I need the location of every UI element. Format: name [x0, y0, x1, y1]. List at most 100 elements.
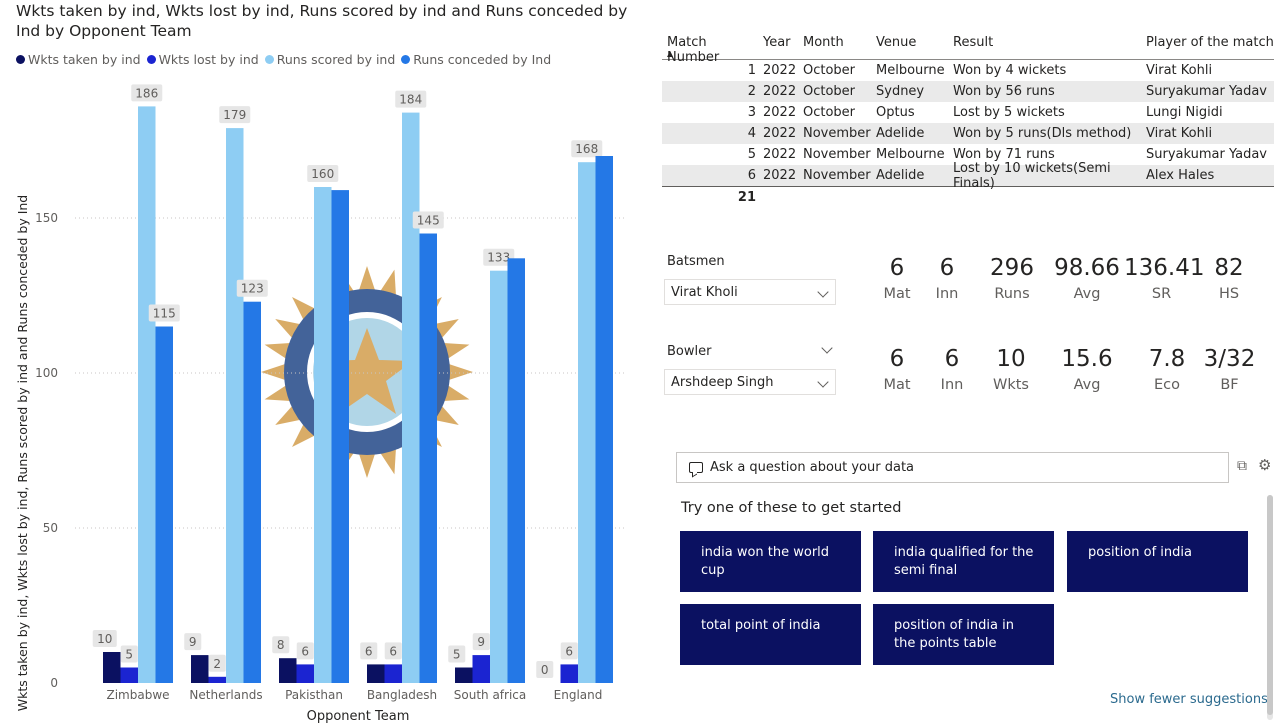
bar[interactable]	[279, 658, 297, 683]
chart-legend: Wkts taken by ind Wkts lost by ind Runs …	[16, 51, 551, 67]
table-row[interactable]: 6 2022 November Adelide Lost by 10 wickets(S…	[662, 161, 1274, 191]
legend-item[interactable]: Runs conceded by Ind	[401, 51, 551, 67]
cell-venue: Melbourne	[876, 147, 945, 162]
cell-venue: Adelide	[876, 126, 925, 141]
legend-item[interactable]: Wkts lost by ind	[146, 51, 259, 67]
table-row[interactable]: 3 2022 October Optus Lost by 5 wickets Lungi …	[662, 102, 1274, 123]
cell-player: Suryakumar Yadav	[1146, 147, 1267, 162]
legend-item[interactable]: Wkts taken by ind	[16, 51, 141, 67]
stat-value: 296	[990, 255, 1034, 281]
show-fewer-suggestions-link[interactable]: Show fewer suggestions	[1110, 692, 1268, 707]
batsmen-stat-hs: 82 HS	[1204, 254, 1254, 302]
chevron-down-icon[interactable]	[821, 342, 833, 354]
batsmen-stat-mat: 6 Mat	[877, 254, 917, 302]
col-header-venue[interactable]: Venue	[876, 35, 953, 50]
cell-player: Alex Hales	[1146, 168, 1215, 183]
suggestion-button[interactable]: india won the world cup	[680, 531, 861, 592]
match-table: Match Number Year Month Venue Result Pla…	[662, 32, 1274, 208]
bar[interactable]	[367, 664, 385, 683]
stat-value: 7.8	[1148, 346, 1186, 372]
gear-icon[interactable]: ⚙	[1258, 456, 1271, 474]
bar[interactable]	[314, 187, 332, 683]
cell-month: November	[803, 168, 871, 183]
bar[interactable]	[120, 667, 139, 684]
stat-label: Inn	[940, 377, 964, 393]
bar[interactable]	[331, 190, 350, 683]
bar[interactable]	[103, 652, 121, 683]
x-tick-label: Bangladesh	[367, 688, 437, 702]
data-label: 5	[453, 648, 461, 662]
cell-venue: Optus	[876, 105, 915, 120]
cell-year: 2022	[763, 126, 797, 141]
logo-ray	[261, 363, 288, 381]
stat-value: 6	[944, 346, 960, 372]
bar[interactable]	[472, 655, 491, 683]
qa-scrollbar[interactable]	[1267, 495, 1273, 720]
cell-month: November	[803, 126, 871, 141]
data-label: 6	[389, 644, 397, 658]
batsmen-stat-avg: 98.66 Avg	[1052, 254, 1122, 302]
logo-ray	[446, 363, 473, 381]
cell-player: Suryakumar Yadav	[1146, 84, 1267, 99]
bar[interactable]	[419, 233, 438, 684]
table-row[interactable]: 4 2022 November Adelide Won by 5 runs(Dls me…	[662, 123, 1274, 144]
legend-dot	[146, 54, 156, 64]
bar[interactable]	[455, 667, 473, 684]
bar[interactable]	[578, 162, 596, 683]
bar[interactable]	[243, 301, 262, 683]
bar[interactable]	[138, 106, 156, 683]
col-header-match-number[interactable]: Match Number	[662, 35, 762, 65]
data-label: 179	[223, 108, 246, 122]
legend-label: Runs scored by ind	[276, 51, 396, 67]
qa-input[interactable]: Ask a question about your data	[676, 452, 1229, 483]
bar[interactable]	[402, 112, 420, 684]
table-row[interactable]: 2 2022 October Sydney Won by 56 runs Suryakum…	[662, 81, 1274, 102]
cell-match-number: 3	[747, 105, 756, 120]
bar[interactable]	[507, 258, 526, 683]
cell-venue: Melbourne	[876, 63, 945, 78]
bar[interactable]	[560, 664, 579, 683]
stat-label: Mat	[883, 286, 911, 302]
stat-label: Avg	[1073, 377, 1101, 393]
bar[interactable]	[191, 655, 209, 683]
y-axis-title: Wkts taken by ind, Wkts lost by ind, Run…	[15, 195, 30, 711]
data-label: 115	[153, 307, 176, 321]
data-label: 133	[487, 251, 510, 265]
bar[interactable]	[490, 270, 508, 683]
bowler-stat-inn: 6 Inn	[932, 345, 972, 393]
bar[interactable]	[226, 128, 244, 684]
suggestion-button[interactable]: position of india	[1067, 531, 1248, 592]
data-label: 160	[311, 167, 334, 181]
col-header-year[interactable]: Year	[762, 35, 803, 50]
bcci-logo-watermark	[261, 266, 473, 478]
col-header-result[interactable]: Result	[953, 35, 1146, 50]
suggestion-button[interactable]: total point of india	[680, 604, 861, 665]
cell-match-number: 5	[747, 147, 756, 162]
cell-result: Won by 4 wickets	[953, 63, 1067, 78]
cell-year: 2022	[763, 105, 797, 120]
qa-placeholder: Ask a question about your data	[710, 460, 915, 475]
suggestion-button[interactable]: position of india in the points table	[873, 604, 1054, 665]
data-label: 145	[417, 214, 440, 228]
col-header-player[interactable]: Player of the match	[1146, 35, 1274, 50]
bar[interactable]	[595, 156, 614, 683]
suggestion-button[interactable]: india qualified for the semi final	[873, 531, 1054, 592]
bar[interactable]	[155, 326, 174, 684]
data-label: 6	[365, 644, 373, 658]
cell-month: October	[803, 63, 856, 78]
y-tick-label: 50	[43, 521, 58, 535]
data-label: 9	[477, 635, 485, 649]
stat-value: 98.66	[1054, 255, 1120, 281]
bowler-dropdown[interactable]: Arshdeep Singh	[664, 369, 836, 395]
scrollbar-thumb[interactable]	[1267, 495, 1273, 715]
legend-item[interactable]: Runs scored by ind	[264, 51, 396, 67]
bar[interactable]	[208, 676, 227, 683]
convert-visual-icon[interactable]: ⧉	[1237, 458, 1247, 474]
col-header-month[interactable]: Month	[803, 35, 876, 50]
bowler-selected: Arshdeep Singh	[671, 374, 774, 390]
bar[interactable]	[296, 664, 315, 683]
cell-venue: Sydney	[876, 84, 925, 99]
chevron-down-icon	[817, 286, 829, 298]
bar[interactable]	[384, 664, 403, 683]
batsmen-dropdown[interactable]: Virat Kholi	[664, 279, 836, 305]
